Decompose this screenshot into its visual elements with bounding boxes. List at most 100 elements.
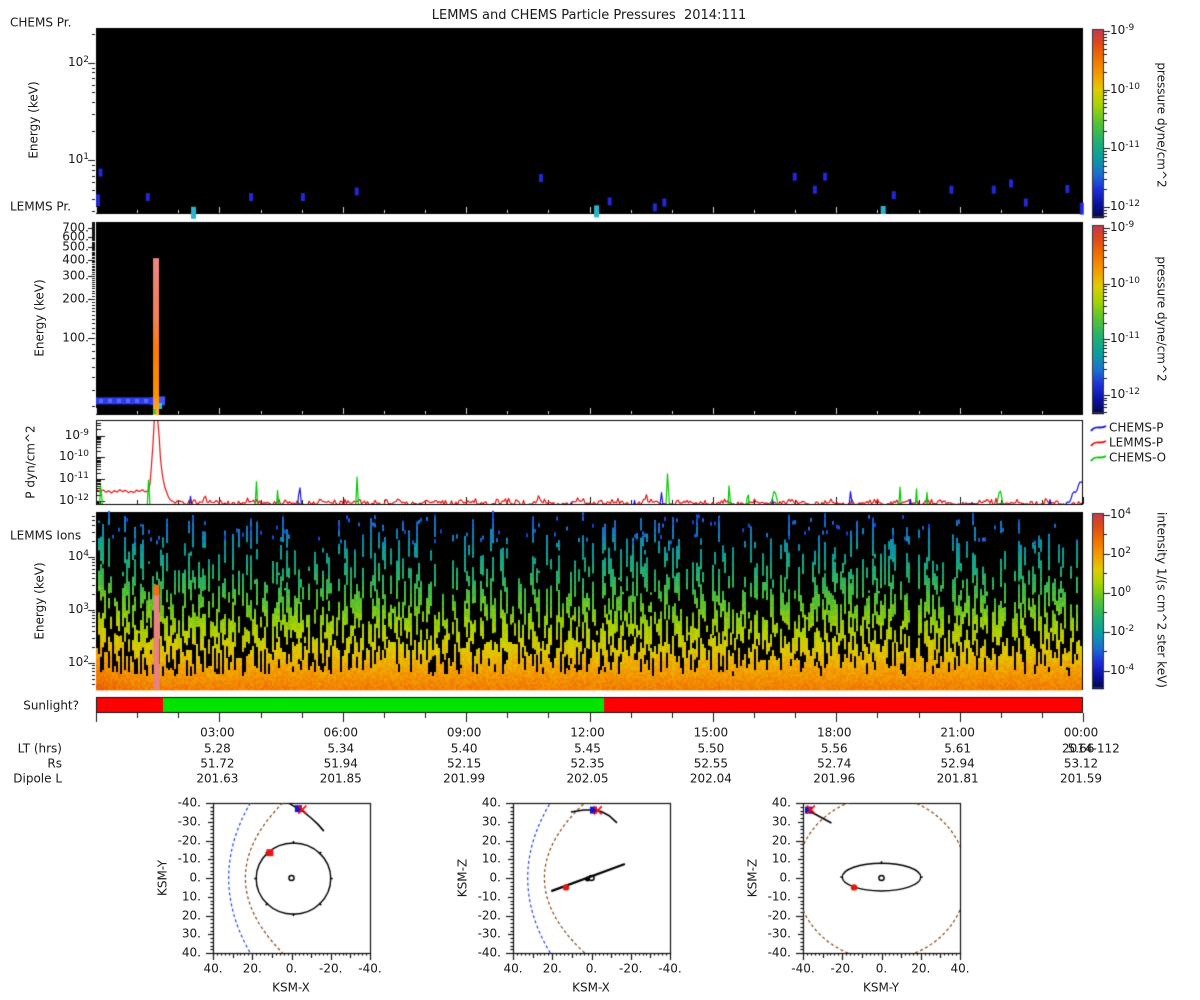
orbit-y-tick-label: -40. <box>477 945 501 960</box>
legend-item-label: CHEMS-O <box>1109 450 1167 465</box>
rs-value: 51.94 <box>323 756 358 771</box>
dipole-value: 202.05 <box>566 771 609 786</box>
ylabel-energy-lemms: Energy (keV) <box>32 279 47 357</box>
rs-value: 52.74 <box>817 756 852 771</box>
energy-tick-label: 300. <box>62 268 89 283</box>
orbit-y-tick-label: 0. <box>189 870 201 885</box>
rs-value: 53.12 <box>1063 756 1099 771</box>
orbit-y-tick-label: -20. <box>177 832 201 847</box>
time-tick-label: 03:00 <box>200 725 235 740</box>
orbit-x-tick-label: 20. <box>542 961 562 976</box>
lt-value: 5.50 <box>697 741 725 756</box>
dipole-value: 202.04 <box>689 771 732 786</box>
orbit-y-tick-label: -30. <box>177 814 201 829</box>
orbit-x-tick-label: -20. <box>319 961 343 976</box>
orbit-x-tick-label: -40. <box>791 961 815 976</box>
energy-tick-label: 104 <box>67 549 89 564</box>
orbit-x-tick-label: 0. <box>585 961 598 976</box>
label-sunlight: Sunlight? <box>23 698 79 713</box>
orbit-y-tick-label: -10. <box>177 851 201 866</box>
dipole-value: 201.81 <box>936 771 979 786</box>
colorbar-label-pressure-2: pressure dyne/cm^2 <box>1154 256 1169 382</box>
row-label-lt: LT (hrs) <box>17 741 62 756</box>
ylabel-energy-chems: Energy (keV) <box>26 81 41 159</box>
orbit-y-tick-label: -30. <box>767 926 791 941</box>
lt-value: 5.34 <box>327 741 355 756</box>
energy-tick-label: 103 <box>67 602 89 617</box>
orbit1-ylabel: KSM-Y <box>155 859 170 897</box>
energy-tick-label: 200. <box>62 291 89 306</box>
time-tick-label: 18:00 <box>816 725 852 740</box>
orbit-y-tick-label: -20. <box>767 907 791 922</box>
rs-value: 52.55 <box>693 756 729 771</box>
lt-value: 5.56 <box>820 741 848 756</box>
orbit-y-tick-label: 20. <box>771 832 791 847</box>
legend-item-label: LEMMS-P <box>1109 435 1164 450</box>
orbit-y-tick-label: 10. <box>181 889 201 904</box>
figure: LEMMS and CHEMS Particle Pressures 2014:… <box>0 0 1200 1000</box>
plots-canvas <box>0 0 1200 1000</box>
orbit-y-tick-label: 30. <box>181 926 201 941</box>
orbit-x-tick-label: 20. <box>242 961 262 976</box>
dipole-value: 201.99 <box>443 771 486 786</box>
time-tick-label: 15:00 <box>693 725 729 740</box>
panel-label-lemms-pr: LEMMS Pr. <box>10 199 72 214</box>
orbit-y-tick-label: 20. <box>481 832 501 847</box>
orbit-y-tick-label: -40. <box>767 945 791 960</box>
colorbar-tick-label: 10-12 <box>1110 387 1140 402</box>
time-tick-label: 06:00 <box>323 725 359 740</box>
orbit2-ylabel: KSM-Z <box>455 858 470 898</box>
orbit-x-tick-label: -20. <box>830 961 854 976</box>
rs-value: 51.72 <box>200 756 235 771</box>
orbit3-ylabel: KSM-Z <box>745 858 760 898</box>
orbit-x-tick-label: 0. <box>285 961 298 976</box>
panel-label-lemms-ions: LEMMS Ions <box>10 528 82 543</box>
dipole-value: 201.59 <box>1060 771 1102 786</box>
energy-tick-label: 100. <box>62 330 89 345</box>
ylabel-energy-ions: Energy (keV) <box>32 562 47 640</box>
orbit-x-tick-label: 0. <box>875 961 888 976</box>
time-tick-label: 00:00 <box>1063 725 1099 740</box>
dipole-value: 201.63 <box>196 771 239 786</box>
colorbar-tick-label: 10-9 <box>1110 220 1135 235</box>
time-tick-label: 21:00 <box>940 725 975 740</box>
pressure-tick-label: 10-9 <box>64 427 89 442</box>
lt-value: 5.40 <box>450 741 478 756</box>
colorbar-label-pressure-1: pressure dyne/cm^2 <box>1154 62 1169 188</box>
row-label-dipole-l: Dipole L <box>13 771 62 786</box>
orbit-y-tick-label: 40. <box>771 795 791 810</box>
orbit-y-tick-label: -40. <box>177 795 201 810</box>
orbit-x-tick-label: 40. <box>950 961 970 976</box>
lt-value: 5.66 <box>1067 741 1095 756</box>
colorbar-tick-label: 10-2 <box>1110 623 1135 638</box>
row-label-rs: Rs <box>47 756 62 771</box>
orbit-y-tick-label: 10. <box>771 851 791 866</box>
energy-tick-label: 102 <box>67 655 89 670</box>
orbit-x-tick-label: -20. <box>619 961 643 976</box>
colorbar-label-intensity: intensity 1/(s cm^2 ster keV) <box>1154 512 1169 688</box>
orbit-y-tick-label: 0. <box>779 870 791 885</box>
pressure-tick-label: 10-12 <box>59 493 89 508</box>
orbit-y-tick-label: 10. <box>481 851 501 866</box>
orbit-y-tick-label: 40. <box>181 945 201 960</box>
colorbar-tick-label: 104 <box>1110 507 1132 522</box>
lt-value: 5.45 <box>574 741 601 756</box>
lt-value: 5.61 <box>944 741 971 756</box>
colorbar-tick-label: 102 <box>1110 545 1132 560</box>
energy-tick-label: 101 <box>67 152 89 167</box>
orbit-y-tick-label: -10. <box>477 889 501 904</box>
orbit-y-tick-label: 30. <box>481 814 501 829</box>
legend-item-label: CHEMS-P <box>1109 420 1164 435</box>
dipole-value: 201.96 <box>813 771 856 786</box>
colorbar-tick-label: 10-11 <box>1110 140 1140 155</box>
orbit-x-tick-label: -40. <box>658 961 682 976</box>
orbit-y-tick-label: 40. <box>481 795 501 810</box>
time-tick-label: 09:00 <box>446 725 482 740</box>
lt-value: 5.28 <box>204 741 231 756</box>
orbit-x-tick-label: -40. <box>358 961 382 976</box>
chart-title: LEMMS and CHEMS Particle Pressures 2014:… <box>431 7 747 23</box>
colorbar-tick-label: 10-4 <box>1110 662 1135 677</box>
orbit-y-tick-label: 20. <box>181 907 201 922</box>
orbit-y-tick-label: 30. <box>771 814 791 829</box>
dipole-value: 201.85 <box>319 771 362 786</box>
